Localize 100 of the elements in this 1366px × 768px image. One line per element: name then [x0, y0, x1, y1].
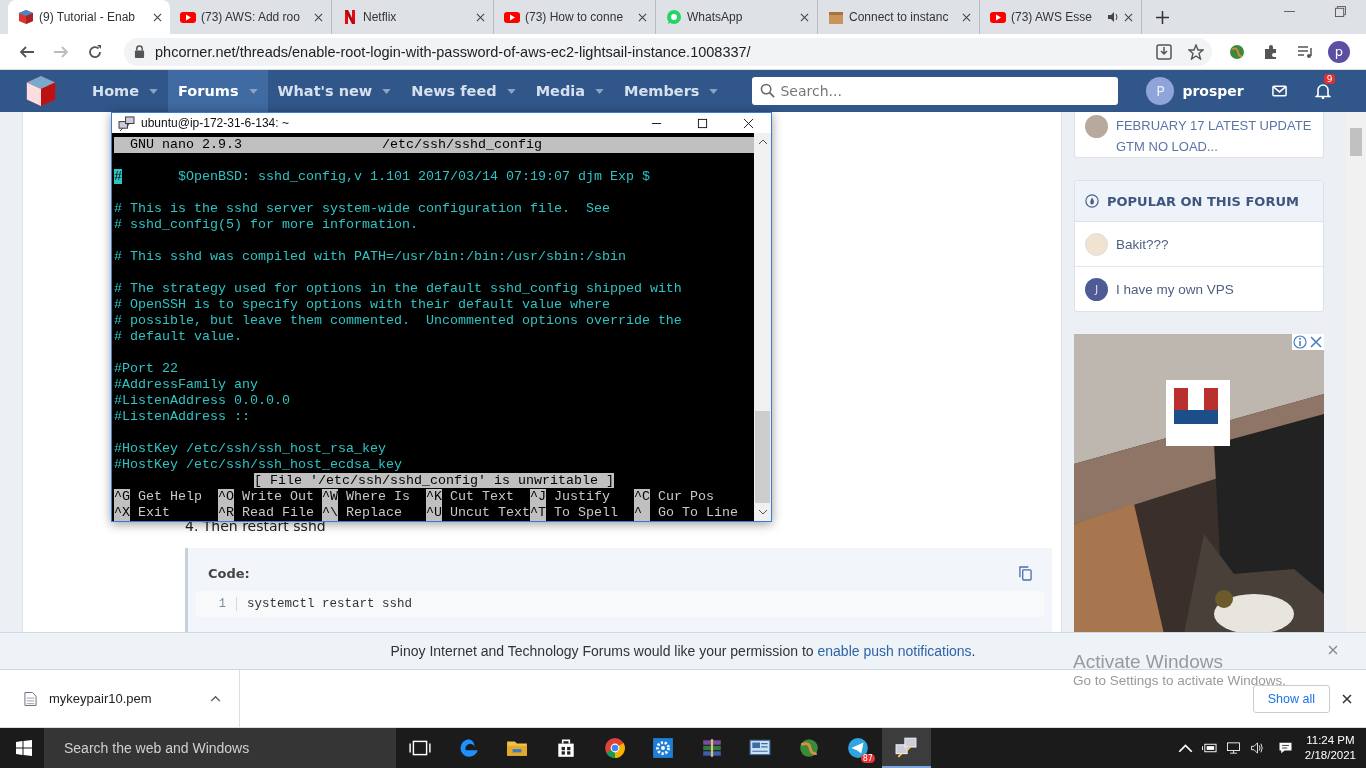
- cursor: #: [114, 169, 122, 184]
- config-line: $OpenBSD: sshd_config,v 1.101 2017/03/14 07:19:07 djm Exp $: [177, 169, 650, 184]
- search-field[interactable]: Search the web and Windows: [44, 728, 396, 768]
- profile-avatar[interactable]: p: [1328, 40, 1350, 63]
- back-icon[interactable]: [19, 43, 35, 60]
- scroll-thumb[interactable]: [1350, 128, 1362, 156]
- puzzle-icon[interactable]: [1263, 43, 1279, 60]
- taskbar-app[interactable]: 87: [833, 728, 882, 768]
- username[interactable]: prosper: [1182, 83, 1244, 99]
- shortcut-key: ^K: [426, 489, 442, 505]
- thread-link[interactable]: Bakit???: [1116, 236, 1169, 252]
- star-icon[interactable]: [1188, 43, 1204, 60]
- config-line: # default value.: [114, 329, 242, 344]
- globe-icon[interactable]: [1229, 43, 1245, 60]
- windows-icon[interactable]: [16, 740, 32, 756]
- bell-icon[interactable]: [1314, 83, 1331, 99]
- shortcut-label: Cut Text: [449, 489, 514, 505]
- shortcut-key: ^R: [218, 505, 234, 521]
- shortcut-label: Replace: [345, 505, 402, 521]
- nav-tab[interactable]: News feed: [401, 70, 526, 112]
- new-tab-icon[interactable]: [1156, 11, 1169, 24]
- box-icon: [828, 9, 844, 25]
- search-field[interactable]: Search...: [752, 77, 1119, 105]
- nav-tab[interactable]: Media: [525, 70, 615, 112]
- close-icon[interactable]: [314, 12, 323, 22]
- config-line: # possible, but leave them commented. Uncommented options override the: [114, 313, 682, 328]
- user-avatar: J: [1085, 277, 1108, 301]
- mail-icon[interactable]: [1271, 85, 1287, 97]
- tab-title: Connect to instanc: [849, 10, 950, 24]
- caret-icon[interactable]: [1177, 742, 1193, 754]
- close-icon[interactable]: [153, 12, 162, 22]
- nav-tab[interactable]: Forums: [168, 70, 268, 112]
- nav-tab[interactable]: Members: [614, 70, 729, 112]
- close-icon[interactable]: [476, 12, 485, 22]
- reload-icon[interactable]: [87, 43, 103, 60]
- restore-icon[interactable]: [1335, 5, 1346, 17]
- scroll-thumb[interactable]: [755, 411, 770, 503]
- shortcut-label: Justify: [553, 489, 610, 505]
- clock-date[interactable]: 2/18/2021: [1304, 748, 1356, 763]
- cube-icon: [18, 9, 34, 25]
- config-line: #HostKey /etc/ssh/ssh_host_ecdsa_key: [114, 457, 402, 472]
- battery-icon[interactable]: [1201, 742, 1217, 754]
- maximize-icon[interactable]: [697, 117, 708, 129]
- shortcut-label: Cur Pos: [657, 489, 714, 505]
- shortcut-key: ^O: [218, 489, 234, 505]
- shortcut-label: Get Help: [137, 489, 202, 505]
- file-name: /etc/ssh/sshd_config: [382, 137, 542, 153]
- shortcut-label: Exit: [137, 505, 170, 521]
- notification-text: Pinoy Internet and Technology Forums would like your permission to enable push notifications.: [390, 643, 976, 659]
- search-icon: [760, 83, 776, 98]
- shortcut-key: ^G: [114, 489, 130, 505]
- url-text: phcorner.net/threads/enable-root-login-with-password-of-aws-ec2-lightsail-instance.1008337/: [155, 43, 751, 60]
- scrollbar[interactable]: [754, 133, 771, 521]
- lock-icon[interactable]: [134, 45, 145, 58]
- nav-tab[interactable]: What's new: [267, 70, 402, 112]
- books-icon: [700, 737, 723, 759]
- download-icon[interactable]: [1156, 43, 1172, 60]
- message-icon[interactable]: [1277, 742, 1293, 754]
- file-icon[interactable]: [24, 690, 37, 707]
- close-icon[interactable]: [743, 117, 754, 129]
- tab-title: (73) AWS Esse: [1011, 10, 1093, 24]
- shortcut-label: Write Out: [241, 489, 314, 505]
- speaker-icon[interactable]: [1107, 11, 1119, 23]
- show-all-button[interactable]: Show all: [1252, 684, 1330, 713]
- download-item[interactable]: mykeypair10.pem: [49, 691, 152, 706]
- search-placeholder: Search the web and Windows: [64, 740, 250, 756]
- shortcut-label: Go To Line: [657, 505, 738, 521]
- clock-time[interactable]: 11:24 PM: [1306, 733, 1355, 748]
- close-icon[interactable]: [638, 12, 647, 22]
- cube-icon[interactable]: [24, 74, 58, 108]
- activation-title: Activate Windows: [1073, 651, 1224, 673]
- enable-link[interactable]: enable push notifications: [817, 643, 972, 659]
- tab-title: WhatsApp: [687, 10, 744, 24]
- address-field[interactable]: phcorner.net/threads/enable-root-login-with-password-of-aws-ec2-lightsail-instance.1008337/: [124, 37, 1212, 66]
- shortcut-key: ^X: [114, 505, 130, 521]
- taskbar-app[interactable]: [881, 728, 931, 768]
- close-icon[interactable]: [1124, 12, 1133, 22]
- thread-link[interactable]: FEBRUARY 17 LATEST UPDATE GTM NO LOAD...: [1116, 115, 1315, 157]
- playlist-icon[interactable]: [1297, 43, 1313, 60]
- info-icon[interactable]: [1292, 334, 1308, 350]
- thread-link[interactable]: I have my own VPS: [1116, 281, 1234, 297]
- tab-title: (73) How to conne: [525, 10, 625, 24]
- shortcut-key: ^\: [322, 505, 338, 521]
- close-icon[interactable]: [962, 12, 971, 22]
- volume-icon[interactable]: [1249, 742, 1265, 754]
- network-icon[interactable]: [1225, 742, 1241, 754]
- play-icon: [504, 9, 520, 25]
- browser-tab[interactable]: (9) Tutorial - Enab: [8, 0, 170, 34]
- nav-tab[interactable]: Home: [82, 70, 169, 112]
- caret-icon[interactable]: [209, 695, 221, 702]
- close-icon[interactable]: [800, 12, 809, 22]
- config-line: # This sshd was compiled with PATH=/usr/bin:/bin:/usr/sbin:/sbin: [114, 249, 626, 264]
- config-line: #AddressFamily any: [114, 377, 258, 392]
- copy-icon[interactable]: [1019, 566, 1032, 581]
- nano-version: GNU nano 2.9.3: [129, 137, 243, 153]
- shortcut-key: ^T: [530, 505, 546, 521]
- close-icon[interactable]: [1342, 693, 1352, 704]
- scrollbar[interactable]: [1346, 112, 1366, 632]
- shortcut-key: ^C: [634, 489, 650, 505]
- count-badge: 87: [860, 754, 875, 763]
